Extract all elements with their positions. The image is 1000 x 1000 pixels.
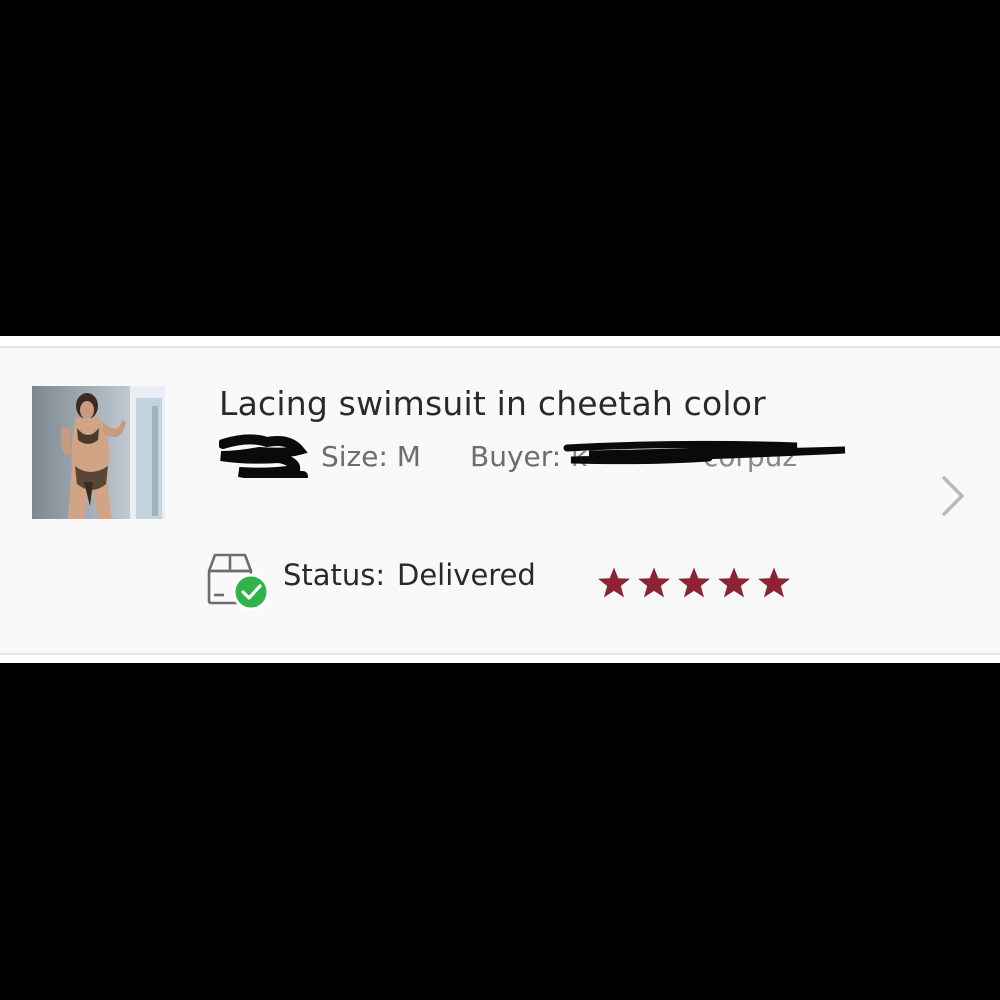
- card-divider-top: [0, 346, 1000, 348]
- product-thumbnail[interactable]: [32, 386, 165, 519]
- star-icon: [758, 567, 790, 598]
- product-title[interactable]: Lacing swimsuit in cheetah color: [219, 384, 766, 423]
- star-icon: [598, 567, 630, 598]
- package-delivered-icon: [207, 553, 270, 611]
- star-icon: [718, 567, 750, 598]
- status-label: Status:: [283, 558, 386, 592]
- product-photo: [32, 386, 165, 519]
- order-meta: Size: M Buyer: k•••••••corpuz: [219, 434, 859, 478]
- chevron-right-icon[interactable]: [936, 474, 968, 518]
- rating-stars: [596, 566, 792, 600]
- order-card[interactable]: Lacing swimsuit in cheetah color Size: M…: [0, 336, 1000, 663]
- size-label: Size: M: [321, 440, 421, 473]
- card-divider-bottom: [0, 653, 1000, 655]
- star-icon: [638, 567, 670, 598]
- buyer-redaction: [563, 440, 846, 465]
- price-redaction: [219, 434, 308, 478]
- buyer-label: Buyer:: [470, 440, 562, 473]
- star-icon: [678, 567, 710, 598]
- status-value: Delivered: [397, 558, 536, 592]
